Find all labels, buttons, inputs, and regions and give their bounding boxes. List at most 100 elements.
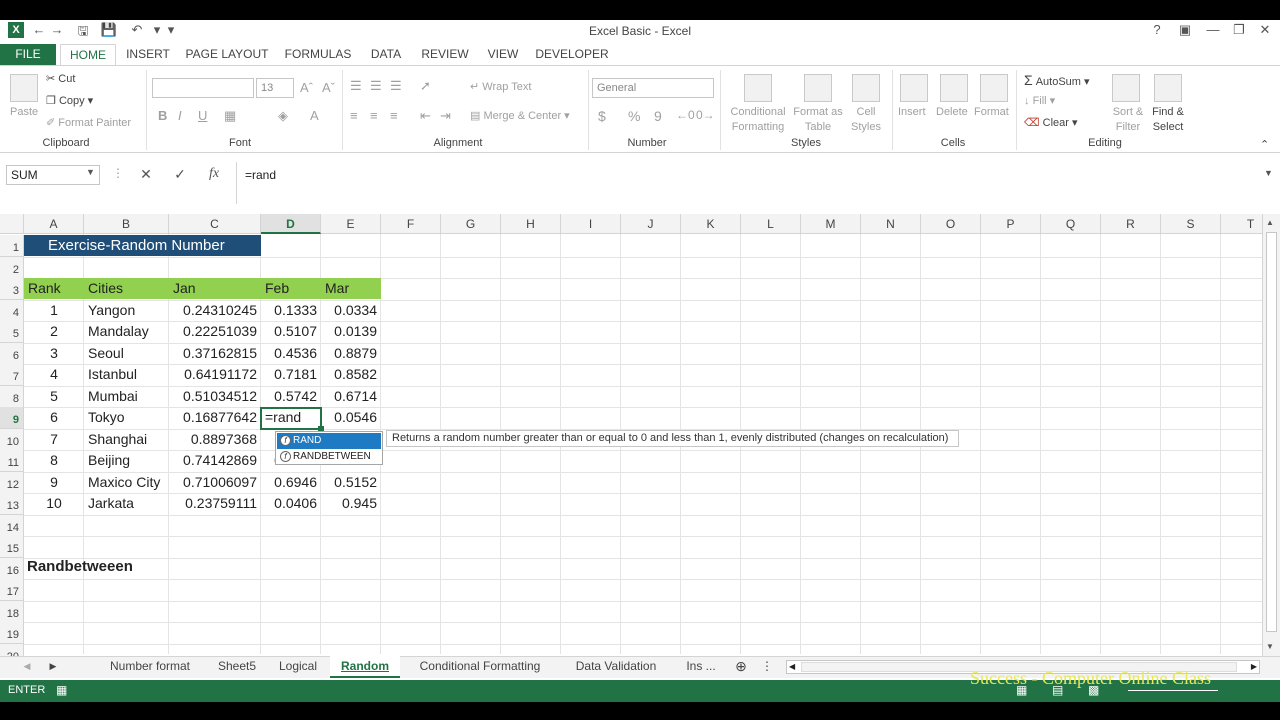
confirm-entry-icon[interactable]: ✓ [170,166,190,183]
tab-home[interactable]: HOME [60,44,116,66]
align-top-icon[interactable]: ☰ [350,78,362,94]
column-header-s[interactable]: S [1161,214,1221,234]
sheet-tab-number-format[interactable]: Number format [96,656,204,678]
scroll-left-icon[interactable]: ◀ [789,661,795,673]
column-header-j[interactable]: J [621,214,681,234]
restore-icon[interactable]: ❐ [1228,22,1250,38]
percent-button[interactable]: % [628,108,640,124]
new-sheet-icon[interactable]: ⊕ [732,656,750,678]
row-header-1[interactable]: 1 [0,235,24,257]
sort-filter-icon[interactable] [1112,74,1140,102]
data-cell[interactable]: 0.7181 [261,364,321,385]
row-header-11[interactable]: 11 [0,450,24,472]
sheet-tab-random[interactable]: Random [330,656,400,678]
data-cell[interactable]: Jarkata [84,493,169,514]
data-cell[interactable]: 7 [24,429,84,450]
scroll-right-icon[interactable]: ▶ [1251,661,1257,673]
data-cell[interactable]: 3 [24,343,84,364]
data-cell[interactable]: 0.4536 [261,343,321,364]
find-select-button[interactable]: Find & Select [1146,105,1190,135]
header-cell[interactable]: Mar [321,278,381,299]
data-cell[interactable]: 0.64191172 [169,364,261,385]
data-cell[interactable]: 0.51034512 [169,386,261,407]
format-as-table-button[interactable]: Format as Table [792,105,844,135]
column-header-k[interactable]: K [681,214,741,234]
autocomplete-item-randbetween[interactable]: f RANDBETWEEN [277,449,381,465]
help-icon[interactable]: ? [1146,22,1168,37]
tab-view[interactable]: VIEW [484,44,522,66]
row-header-7[interactable]: 7 [0,364,24,386]
data-cell[interactable]: Istanbul [84,364,169,385]
wrap-text-button[interactable]: ↵ Wrap Text [470,80,531,93]
data-cell[interactable]: Shanghai [84,429,169,450]
row-header-3[interactable]: 3 [0,278,24,300]
data-cell[interactable]: 0.24310245 [169,300,261,321]
minimize-icon[interactable]: — [1202,22,1224,37]
tab-file[interactable]: FILE [0,44,56,66]
cell-styles-icon[interactable] [852,74,880,102]
autosum-button[interactable]: Σ AutoSum ▾ [1024,72,1090,88]
sheet-tab-data-validation[interactable]: Data Validation [560,656,672,678]
cell-styles-button[interactable]: Cell Styles [846,105,886,135]
prev-sheet-icon[interactable]: ◀ [20,656,34,678]
row-header-10[interactable]: 10 [0,429,24,451]
number-format-combo[interactable]: General [592,78,714,98]
data-cell[interactable]: 0.5742 [261,386,321,407]
align-bottom-icon[interactable]: ☰ [390,78,402,94]
fill-button[interactable]: ↓ Fill ▾ [1024,94,1055,107]
undo-icon[interactable]: ↶ [128,22,146,38]
sheet-tab-more[interactable]: Ins ... [676,656,726,678]
data-cell[interactable]: 4 [24,364,84,385]
data-cell[interactable]: 2 [24,321,84,342]
data-cell[interactable]: 0.5107 [261,321,321,342]
row-header-14[interactable]: 14 [0,515,24,537]
vertical-scrollbar[interactable]: ▲ ▼ [1262,214,1280,656]
cancel-entry-icon[interactable]: ✕ [136,166,156,183]
forward-icon[interactable]: → [48,22,66,37]
data-cell[interactable]: Tokyo [84,407,169,428]
delete-cells-icon[interactable] [940,74,968,102]
tab-data[interactable]: DATA [366,44,406,66]
macro-record-icon[interactable]: ▦ [56,683,67,697]
data-cell[interactable]: 8 [24,450,84,471]
sheet-tab-conditional-formatting[interactable]: Conditional Formatting [404,656,556,678]
save-as-icon[interactable]: 💾 [100,22,118,38]
data-cell[interactable]: 6 [24,407,84,428]
row-header-5[interactable]: 5 [0,321,24,343]
tab-developer[interactable]: DEVELOPER [534,44,610,66]
data-cell[interactable]: 0.0406 [261,493,321,514]
collapse-ribbon-icon[interactable]: ⌃ [1260,138,1269,151]
sheet-tab-sheet5[interactable]: Sheet5 [208,656,266,678]
data-cell[interactable]: 0.1333 [261,300,321,321]
font-color-icon[interactable]: A [310,108,319,123]
select-all-corner[interactable] [0,214,24,234]
insert-cells-button[interactable]: Insert [898,106,926,118]
indent-icon[interactable]: ⇤ [420,108,431,124]
row-header-18[interactable]: 18 [0,601,24,623]
data-cell[interactable]: 0.0139 [321,321,381,342]
data-cell[interactable]: Mumbai [84,386,169,407]
row-header-16[interactable]: 16 [0,558,24,580]
data-cell[interactable]: 0.22251039 [169,321,261,342]
data-cell[interactable]: 0.8582 [321,364,381,385]
cut-button[interactable]: ✂ Cut [46,72,75,85]
zoom-slider[interactable] [1128,690,1218,691]
align-center-icon[interactable]: ≡ [370,108,378,123]
header-cell[interactable]: Cities [84,278,169,299]
name-box-dropdown-icon[interactable]: ▼ [86,167,95,177]
tab-page-layout[interactable]: PAGE LAYOUT [184,44,270,66]
delete-cells-button[interactable]: Delete [936,106,968,118]
conditional-formatting-icon[interactable] [744,74,772,102]
insert-cells-icon[interactable] [900,74,928,102]
column-header-r[interactable]: R [1101,214,1161,234]
data-cell[interactable]: 1 [24,300,84,321]
save-icon[interactable]: 🖫 [74,22,92,44]
column-header-b[interactable]: B [84,214,169,234]
increase-decimal-icon[interactable]: ←0 [676,108,695,122]
format-cells-icon[interactable] [980,74,1008,102]
sheet-tab-logical[interactable]: Logical [270,656,326,678]
column-header-h[interactable]: H [501,214,561,234]
sheet-title[interactable]: Exercise-Random Number [44,235,229,256]
row-header-17[interactable]: 17 [0,579,24,601]
data-cell[interactable]: 0.6946 [261,472,321,493]
